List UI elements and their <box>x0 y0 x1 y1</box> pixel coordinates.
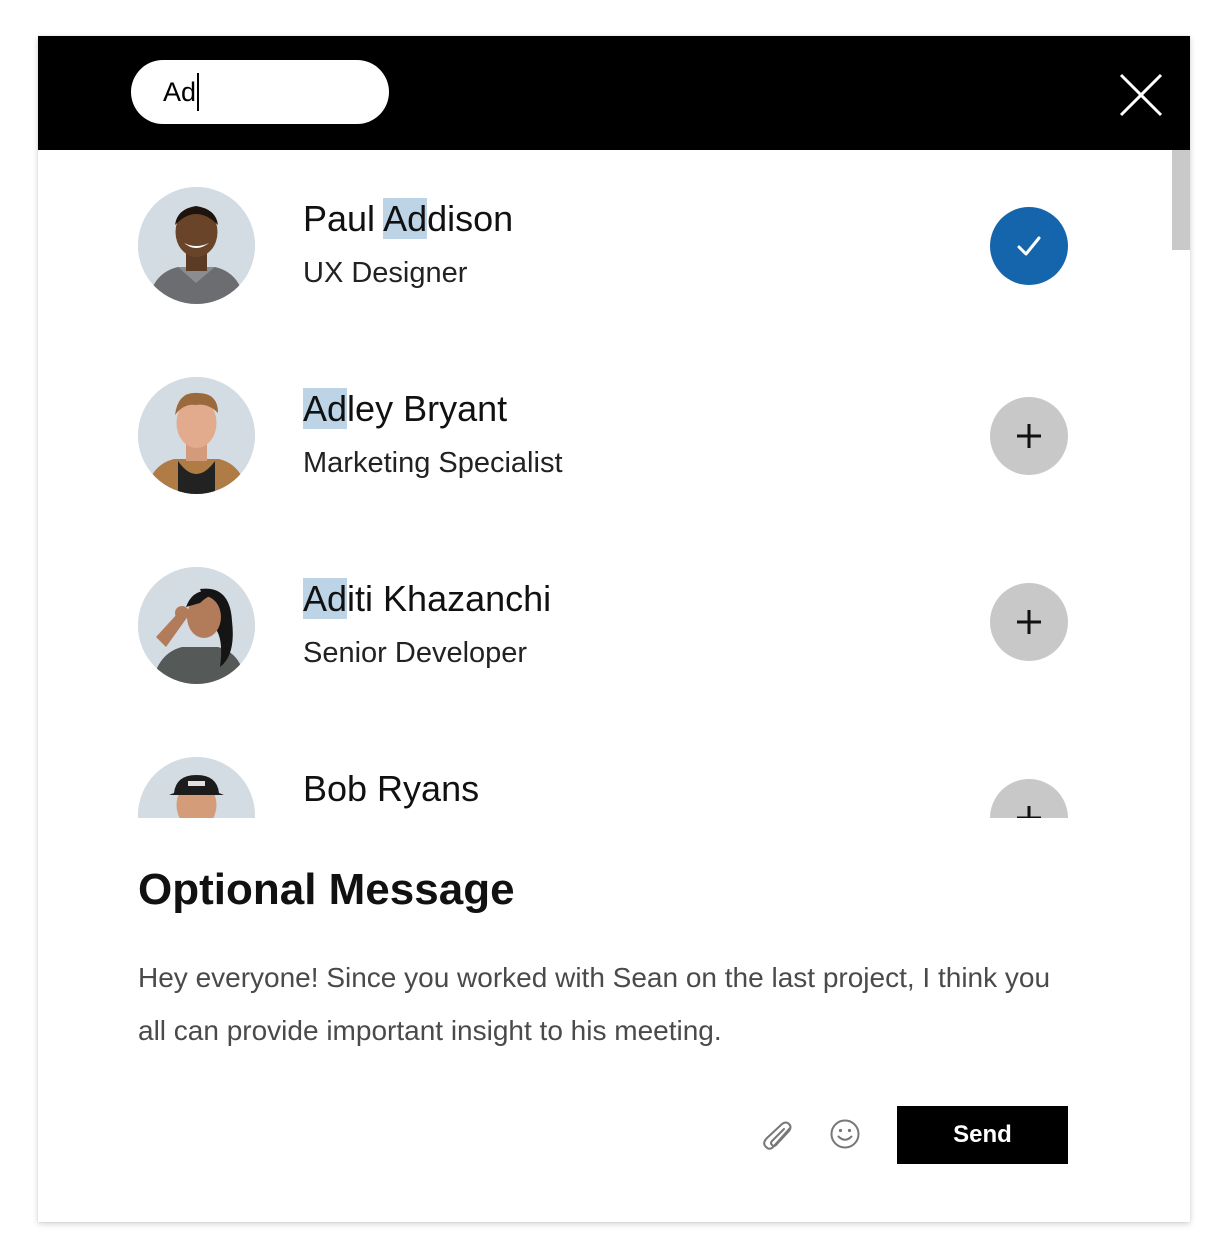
avatar <box>138 187 255 304</box>
check-icon <box>1017 236 1041 256</box>
plus-icon <box>1017 806 1041 818</box>
search-match-highlight: Ad <box>303 578 348 619</box>
person-name: Bob Ryans <box>303 768 480 809</box>
person-role: Senior Developer <box>303 637 528 669</box>
avatar <box>138 567 255 684</box>
search-bar: Ad <box>38 36 1190 150</box>
message-input[interactable]: Hey everyone! Since you worked with Sean… <box>138 951 1078 1057</box>
person-role: Marketing Specialist <box>303 447 563 479</box>
search-match-highlight: Ad <box>383 198 428 239</box>
attach-button[interactable] <box>762 1120 796 1154</box>
list-item: Aditi Khazanchi Senior Developer <box>138 567 1068 687</box>
list-item: Adley Bryant Marketing Specialist <box>138 377 1068 497</box>
person-role: UX Designer <box>303 257 468 289</box>
search-input-value: Ad <box>163 76 197 107</box>
list-item: Paul Addison UX Designer <box>138 187 1068 307</box>
people-list[interactable]: Paul Addison UX Designer Adley Bryant Ma… <box>38 150 1190 818</box>
paperclip-icon <box>763 1121 792 1150</box>
invite-dialog: Ad Paul Addison UX Designer Adley Bryant… <box>38 36 1190 1222</box>
optional-message-title: Optional Message <box>138 865 515 914</box>
add-button[interactable] <box>990 779 1068 818</box>
avatar <box>138 757 255 818</box>
add-button[interactable] <box>990 397 1068 475</box>
person-name: Paul Addison <box>303 198 514 239</box>
scrollbar[interactable] <box>1172 150 1190 250</box>
search-match-highlight: Ad <box>303 388 348 429</box>
person-name: Aditi Khazanchi <box>303 578 552 619</box>
added-button[interactable] <box>990 207 1068 285</box>
text-caret <box>197 73 200 111</box>
close-icon <box>1119 73 1163 117</box>
plus-icon <box>1017 610 1041 634</box>
person-name: Adley Bryant <box>303 388 508 429</box>
search-input[interactable]: Ad <box>131 60 389 124</box>
list-item: Bob Ryans <box>138 757 1068 818</box>
close-button[interactable] <box>1118 72 1164 118</box>
smiley-icon <box>830 1119 860 1149</box>
add-button[interactable] <box>990 583 1068 661</box>
avatar <box>138 377 255 494</box>
send-button[interactable]: Send <box>897 1106 1068 1164</box>
emoji-button[interactable] <box>829 1118 861 1150</box>
plus-icon <box>1017 424 1041 448</box>
